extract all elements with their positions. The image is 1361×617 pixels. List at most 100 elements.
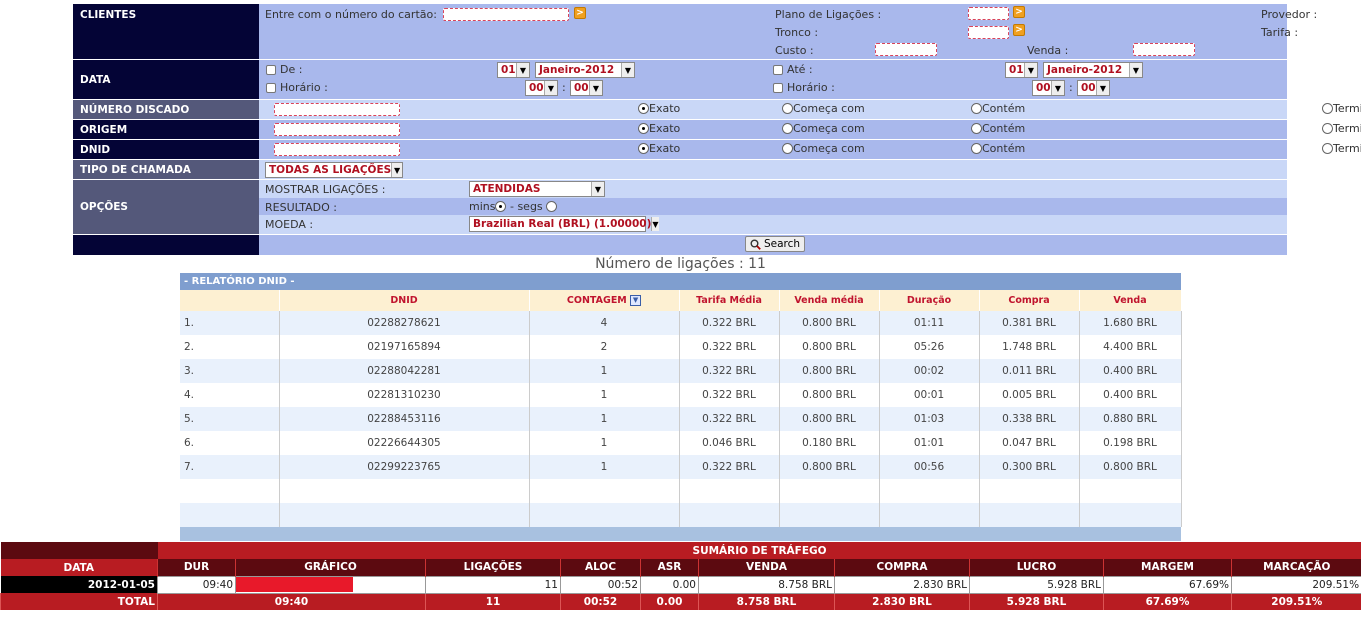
card-number-input[interactable] xyxy=(443,8,569,21)
search-button[interactable]: Search xyxy=(745,236,806,252)
col-tarifa[interactable]: Tarifa Média xyxy=(679,290,780,311)
origem-termina[interactable]: Termina com xyxy=(1322,122,1361,135)
sum-col-dur: DUR xyxy=(157,559,236,576)
label-clientes: CLIENTES xyxy=(73,4,259,59)
row-numero-discado: NÚMERO DISCADO Exato Começa com Contém T… xyxy=(73,100,1361,120)
origem-exato[interactable]: Exato xyxy=(638,122,680,135)
numero-discado-comeca[interactable]: Começa com xyxy=(782,102,865,115)
hour-from-select[interactable]: 00 ▼ xyxy=(525,80,558,96)
numero-discado-termina[interactable]: Termina com xyxy=(1322,102,1361,115)
cell-compra: 1.748 BRL xyxy=(979,335,1080,359)
tronco-go-icon[interactable]: > xyxy=(1013,24,1025,36)
sum-total-aloc: 00:52 xyxy=(560,593,641,610)
de-checkbox[interactable] xyxy=(266,65,276,75)
tronco-input[interactable] xyxy=(968,26,1009,39)
month-to-select[interactable]: Janeiro-2012 ▼ xyxy=(1043,62,1143,78)
sum-total-compra: 2.830 BRL xyxy=(834,593,970,610)
sum-col-grafico: GRÁFICO xyxy=(235,559,426,576)
numero-discado-contem[interactable]: Contém xyxy=(971,102,1025,115)
month-from-select[interactable]: Janeiro-2012 ▼ xyxy=(535,62,635,78)
row-opcoes: OPÇÕES MOSTRAR LIGAÇÕES : ATENDIDAS ▼ RES… xyxy=(73,180,1287,235)
chevron-down-icon: ▼ xyxy=(1096,81,1109,95)
cell-venda xyxy=(1079,479,1182,503)
ate-label: Até : xyxy=(787,63,813,76)
chevron-down-icon: ▼ xyxy=(516,63,529,77)
cell-venda-media: 0.800 BRL xyxy=(779,383,880,407)
sort-icon[interactable]: ▼ xyxy=(630,295,642,306)
label-origem: ORIGEM xyxy=(73,120,259,139)
col-venda[interactable]: Venda xyxy=(1079,290,1182,311)
dnid-exato[interactable]: Exato xyxy=(638,142,680,155)
sum-col-venda: VENDA xyxy=(698,559,835,576)
mostrar-select[interactable]: ATENDIDAS ▼ xyxy=(469,181,605,197)
origem-contem[interactable]: Contém xyxy=(971,122,1025,135)
table-row: 4. 02281310230 1 0.322 BRL 0.800 BRL 00:01 0.0… xyxy=(180,383,1182,407)
sum-row-lucro: 5.928 BRL xyxy=(969,575,1104,594)
origem-input[interactable] xyxy=(274,123,400,136)
label-tipo-chamada: TIPO DE CHAMADA xyxy=(73,160,259,179)
summary-row: 2012-01-05 09:40 11 00:52 0.00 8.758 BRL… xyxy=(0,575,1361,594)
sum-row-venda: 8.758 BRL xyxy=(698,575,835,594)
cell-venda-media: 0.800 BRL xyxy=(779,335,880,359)
cell-compra xyxy=(979,503,1080,527)
col-duracao[interactable]: Duração xyxy=(879,290,980,311)
col-compra[interactable]: Compra xyxy=(979,290,1080,311)
cell-duracao: 01:11 xyxy=(879,311,980,335)
cell-compra: 0.005 BRL xyxy=(979,383,1080,407)
cell-tarifa xyxy=(679,479,780,503)
tipo-chamada-select[interactable]: TODAS AS LIGAÇÕES ▼ xyxy=(265,162,403,178)
min-from-select[interactable]: 00 ▼ xyxy=(570,80,603,96)
provedor-label: Provedor : xyxy=(1261,8,1318,21)
origem-comeca[interactable]: Começa com xyxy=(782,122,865,135)
radio-icon xyxy=(971,103,982,114)
row-clientes: CLIENTES Entre com o número do cartão: >… xyxy=(73,4,1317,60)
de-label: De : xyxy=(280,63,303,76)
cell-n: 3. xyxy=(180,359,280,383)
dnid-contem[interactable]: Contém xyxy=(971,142,1025,155)
col-dnid[interactable]: DNID xyxy=(279,290,530,311)
cell-duracao: 00:02 xyxy=(879,359,980,383)
sum-row-marcacao: 209.51% xyxy=(1230,575,1361,594)
day-to-select[interactable]: 01 ▼ xyxy=(1005,62,1038,78)
sum-col-data: DATA xyxy=(0,559,158,576)
mins-radio[interactable] xyxy=(495,201,507,212)
col-contagem[interactable]: CONTAGEM ▼ xyxy=(529,290,680,311)
segs-radio[interactable] xyxy=(546,201,558,212)
report-title: - RELATÓRIO DNID - xyxy=(180,273,1181,290)
cell-n: 5. xyxy=(180,407,280,431)
radio-icon xyxy=(782,123,793,134)
table-row: 1. 02288278621 4 0.322 BRL 0.800 BRL 01:11 0.3… xyxy=(180,311,1182,335)
dnid-input[interactable] xyxy=(274,143,400,156)
numero-discado-exato[interactable]: Exato xyxy=(638,102,680,115)
ate-checkbox[interactable] xyxy=(773,65,783,75)
sum-total-lucro: 5.928 BRL xyxy=(969,593,1104,610)
day-from-select[interactable]: 01 ▼ xyxy=(497,62,530,78)
custo-input[interactable] xyxy=(875,43,937,56)
cell-venda: 0.400 BRL xyxy=(1079,383,1182,407)
dnid-termina[interactable]: Termina com xyxy=(1322,142,1361,155)
cell-contagem: 1 xyxy=(529,455,680,479)
col-venda-media[interactable]: Venda média xyxy=(779,290,880,311)
moeda-select[interactable]: Brazilian Real (BRL) (1.00000) ▼ xyxy=(469,216,659,232)
cell-venda-media xyxy=(779,503,880,527)
horario-from-checkbox[interactable] xyxy=(266,83,276,93)
venda-input[interactable] xyxy=(1133,43,1195,56)
numero-discado-input[interactable] xyxy=(274,103,400,116)
sum-total-margem: 67.69% xyxy=(1103,593,1232,610)
cell-tarifa xyxy=(679,503,780,527)
chevron-down-icon: ▼ xyxy=(591,182,604,196)
hour-to-select[interactable]: 00 ▼ xyxy=(1032,80,1065,96)
sum-total-venda: 8.758 BRL xyxy=(698,593,835,610)
plano-input[interactable] xyxy=(968,7,1009,20)
cell-venda-media: 0.180 BRL xyxy=(779,431,880,455)
dnid-comeca[interactable]: Começa com xyxy=(782,142,865,155)
sum-col-ligacoes: LIGAÇÕES xyxy=(425,559,561,576)
label-dnid: DNID xyxy=(73,140,259,159)
card-go-icon[interactable]: > xyxy=(574,7,586,19)
report-table: DNID CONTAGEM ▼ Tarifa Média Venda média… xyxy=(180,290,1182,527)
chevron-down-icon: ▼ xyxy=(1051,81,1064,95)
sum-col-aloc: ALOC xyxy=(560,559,641,576)
min-to-select[interactable]: 00 ▼ xyxy=(1077,80,1110,96)
plano-go-icon[interactable]: > xyxy=(1013,6,1025,18)
horario-to-checkbox[interactable] xyxy=(773,83,783,93)
